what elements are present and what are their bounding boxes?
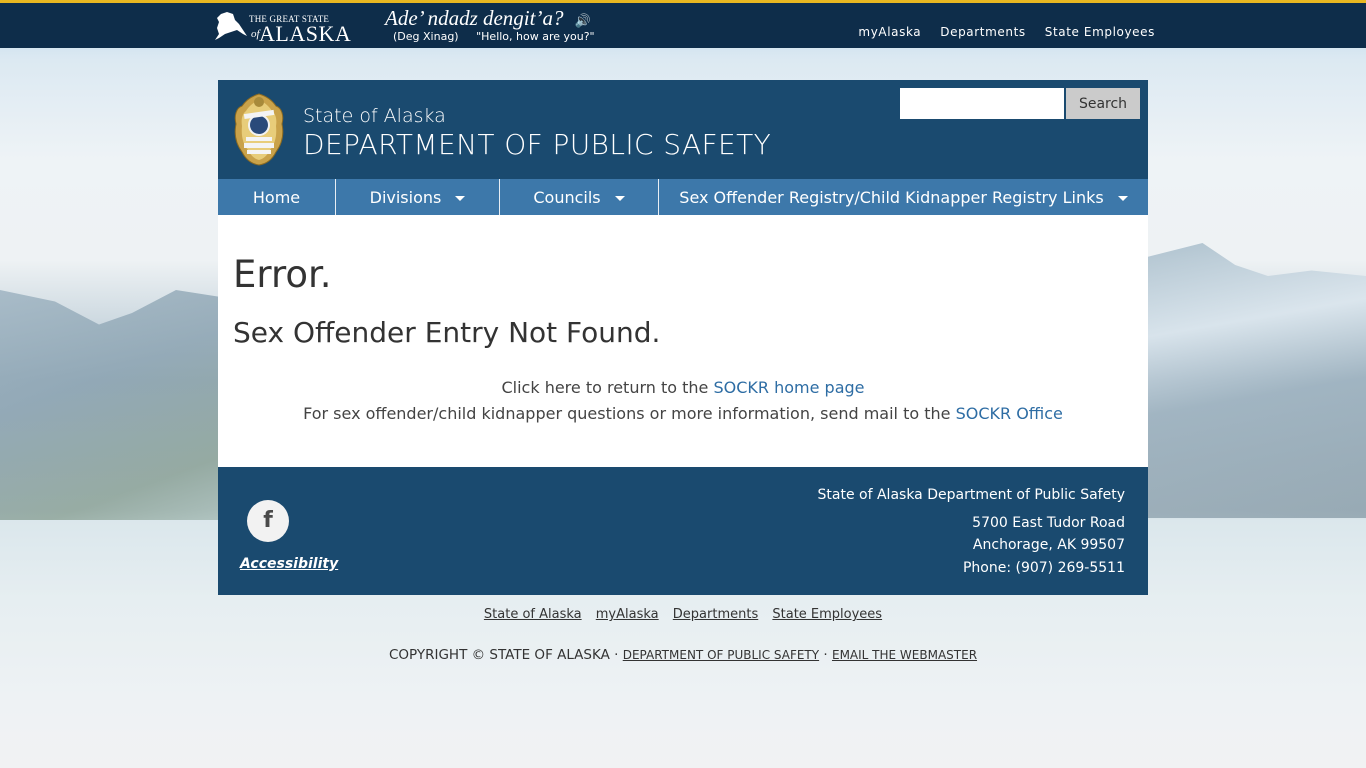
copyright-separator: · bbox=[819, 647, 832, 663]
sockr-office-link[interactable]: SOCKR Office bbox=[956, 404, 1063, 423]
alaska-state-logo[interactable]: THE GREAT STATE of ALASKA bbox=[213, 8, 353, 46]
footer-street: 5700 East Tudor Road bbox=[972, 514, 1125, 531]
nav-item-label: Sex Offender Registry/Child Kidnapper Re… bbox=[679, 187, 1104, 207]
top-link-state-employees[interactable]: State Employees bbox=[1045, 25, 1155, 39]
copyright-line: COPYRIGHT © STATE OF ALASKA · DEPARTMENT… bbox=[0, 647, 1366, 663]
nav-item-home[interactable]: Home bbox=[218, 179, 336, 215]
bottom-link-state-employees[interactable]: State Employees bbox=[772, 607, 882, 622]
top-link-departments[interactable]: Departments bbox=[940, 25, 1025, 39]
top-link-myalaska[interactable]: myAlaska bbox=[858, 25, 921, 39]
site-footer: f Accessibility State of Alaska Departme… bbox=[218, 467, 1148, 595]
main-content: Error. Sex Offender Entry Not Found. Cli… bbox=[218, 215, 1148, 467]
site-title-department: DEPARTMENT OF PUBLIC SAFETY bbox=[303, 128, 772, 161]
caret-down-icon bbox=[614, 195, 625, 201]
bottom-link-myalaska[interactable]: myAlaska bbox=[596, 607, 659, 622]
nav-item-sor-ckr-links[interactable]: Sex Offender Registry/Child Kidnapper Re… bbox=[659, 179, 1148, 215]
email-webmaster-link[interactable]: EMAIL THE WEBMASTER bbox=[832, 648, 977, 662]
error-info: Click here to return to the SOCKR home p… bbox=[218, 375, 1148, 427]
nav-item-label: Home bbox=[252, 187, 301, 207]
alaska-map-icon bbox=[215, 12, 247, 40]
nav-item-councils[interactable]: Councils bbox=[500, 179, 659, 215]
logo-alaska: ALASKA bbox=[259, 21, 352, 46]
greeting-translation: "Hello, how are you?" bbox=[476, 30, 595, 43]
native-greeting: Ade’ ndadz dengit’a? 🔊 (Deg Xinag) "Hell… bbox=[385, 6, 595, 44]
bottom-link-departments[interactable]: Departments bbox=[673, 607, 758, 622]
caret-down-icon bbox=[1117, 195, 1128, 201]
footer-org: State of Alaska Department of Public Saf… bbox=[817, 487, 1125, 503]
site-title[interactable]: State of Alaska DEPARTMENT OF PUBLIC SAF… bbox=[303, 104, 771, 162]
copyright-text: COPYRIGHT © STATE OF ALASKA · bbox=[388, 647, 623, 663]
sockr-home-link[interactable]: SOCKR home page bbox=[713, 378, 864, 397]
background-mountains-right bbox=[1148, 243, 1366, 518]
top-links: myAlaska Departments State Employees bbox=[858, 25, 1155, 39]
footer-address: State of Alaska Department of Public Saf… bbox=[818, 484, 1125, 579]
search-button[interactable]: Search bbox=[1066, 88, 1140, 119]
bottom-links: State of Alaska myAlaska Departments Sta… bbox=[0, 607, 1366, 622]
site-title-state: State of Alaska bbox=[303, 105, 446, 127]
footer-phone: Phone: (907) 269-5511 bbox=[962, 559, 1125, 576]
state-top-bar: THE GREAT STATE of ALASKA Ade’ ndadz den… bbox=[0, 0, 1366, 48]
return-text: Click here to return to the bbox=[501, 378, 714, 397]
return-line: Click here to return to the SOCKR home p… bbox=[218, 375, 1148, 401]
search-input[interactable] bbox=[900, 88, 1064, 119]
accessibility-link[interactable]: Accessibility bbox=[240, 556, 338, 572]
nav-item-label: Divisions bbox=[369, 187, 442, 207]
greeting-native-text: Ade’ ndadz dengit’a? bbox=[385, 6, 564, 30]
site-header: State of Alaska DEPARTMENT OF PUBLIC SAF… bbox=[218, 80, 1148, 179]
caret-down-icon bbox=[455, 195, 466, 201]
error-subtitle: Sex Offender Entry Not Found. bbox=[233, 316, 661, 349]
background-mountains-left bbox=[0, 290, 220, 520]
copyright-dps-link[interactable]: DEPARTMENT OF PUBLIC SAFETY bbox=[623, 648, 819, 662]
facebook-icon[interactable]: f bbox=[247, 500, 289, 542]
nav-item-divisions[interactable]: Divisions bbox=[336, 179, 500, 215]
bottom-link-state-of-alaska[interactable]: State of Alaska bbox=[484, 607, 582, 622]
nav-item-label: Councils bbox=[533, 187, 601, 207]
contact-text: For sex offender/child kidnapper questio… bbox=[303, 404, 956, 423]
greeting-language: (Deg Xinag) bbox=[393, 30, 459, 43]
footer-city: Anchorage, AK 99507 bbox=[972, 537, 1125, 553]
contact-line: For sex offender/child kidnapper questio… bbox=[218, 401, 1148, 427]
error-title: Error. bbox=[233, 253, 332, 296]
dps-badge-logo[interactable] bbox=[232, 92, 286, 166]
main-nav: Home Divisions Councils Sex Offender Reg… bbox=[218, 179, 1148, 215]
speaker-icon[interactable]: 🔊 bbox=[575, 14, 591, 29]
